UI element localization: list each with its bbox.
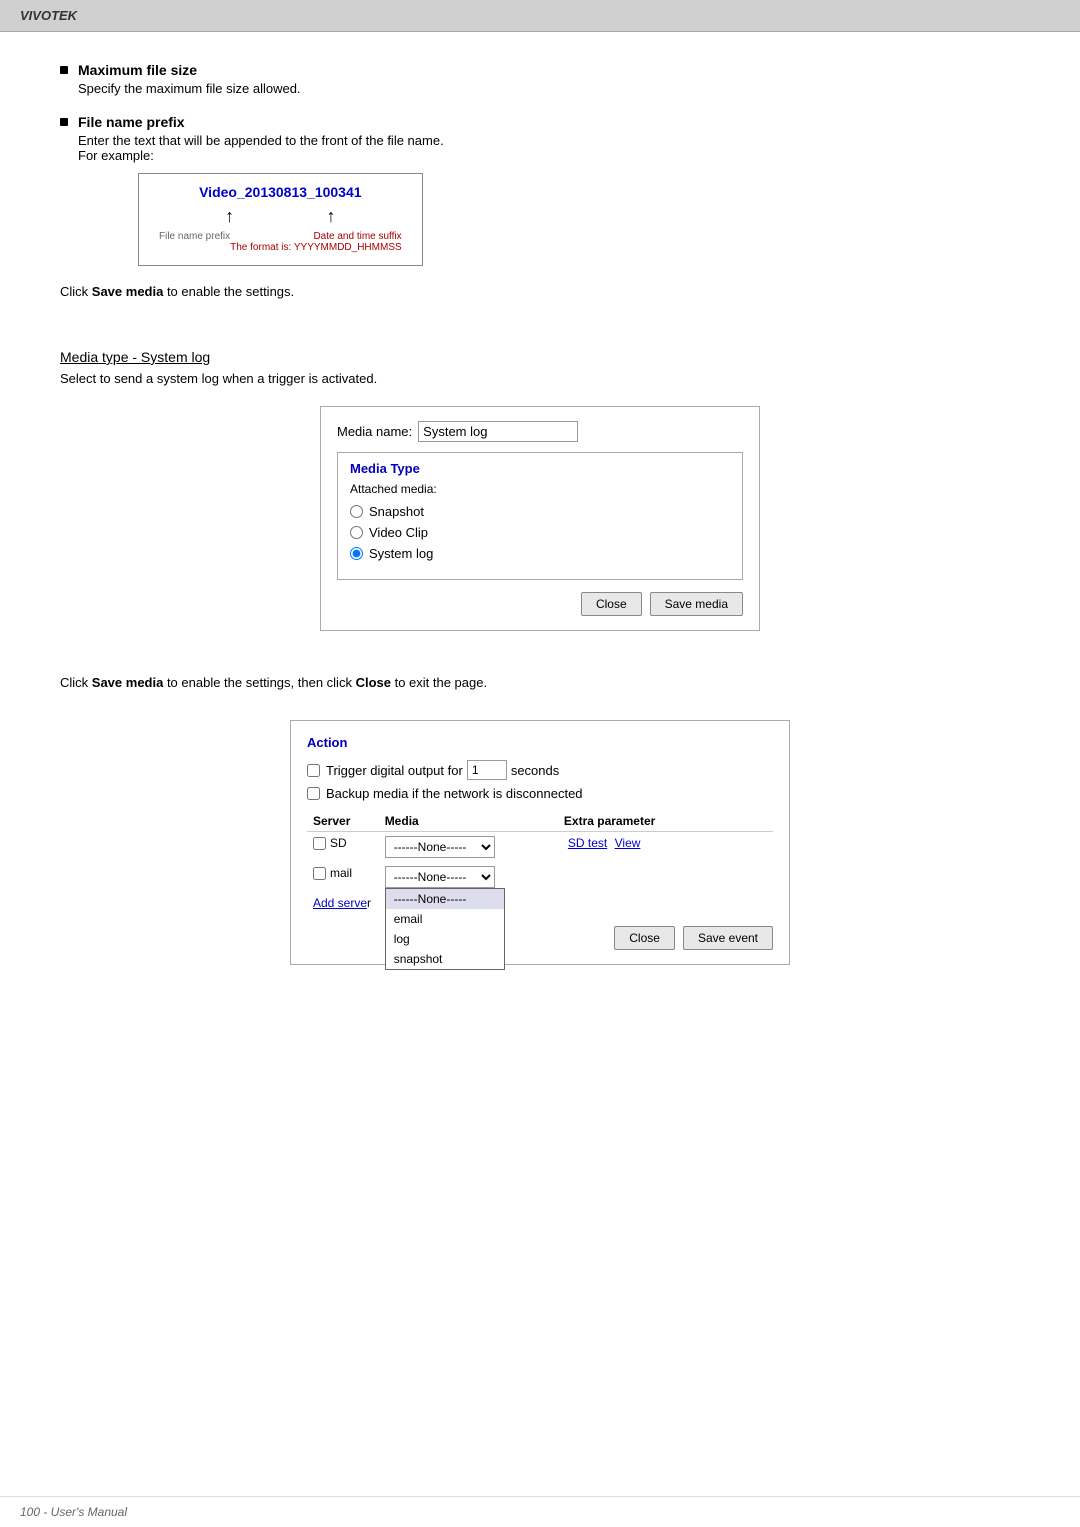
media-save-button[interactable]: Save media (650, 592, 743, 616)
radio-videoclip-input[interactable] (350, 526, 363, 539)
radio-systemlog-input[interactable] (350, 547, 363, 560)
mail-media-select[interactable]: ------None----- email log snapshot (385, 866, 495, 888)
filename-labels: File name prefix Date and time suffix Th… (159, 231, 402, 253)
trigger-digital-row: Trigger digital output for seconds (307, 760, 773, 780)
mail-media-dropdown-popup: ------None----- email log snapshot (385, 888, 505, 970)
media-type-desc: Select to send a system log when a trigg… (60, 371, 1020, 386)
bullet-desc-prefix-2: For example: (78, 148, 444, 163)
bullet-item-max-file-size: Maximum file size Specify the maximum fi… (60, 62, 1020, 96)
filename-example-box: Video_20130813_100341 ↑ ↑ File name pref… (138, 173, 423, 266)
header: VIVOTEK (0, 0, 1080, 32)
radio-snapshot-input[interactable] (350, 505, 363, 518)
td-mail-media: ------None----- email log snapshot -----… (379, 862, 558, 892)
media-panel-buttons: Close Save media (337, 592, 743, 616)
brand-logo: VIVOTEK (20, 8, 77, 23)
filename-value: Video_20130813_100341 (159, 184, 402, 200)
action-title: Action (307, 735, 773, 750)
footer: 100 - User's Manual (0, 1496, 1080, 1527)
table-row: Add server dia ▼ (307, 892, 773, 918)
arrow-prefix: ↑ (225, 206, 234, 227)
table-row: SD ------None----- email log snapshot (307, 832, 773, 863)
action-panel-buttons: Close Save event (307, 926, 773, 950)
sd-checkbox[interactable] (313, 837, 326, 850)
media-panel: Media name: Media Type Attached media: S… (320, 406, 760, 631)
drop-email[interactable]: email (386, 909, 504, 929)
bullet-icon-2 (60, 118, 68, 126)
td-mail-check: mail (307, 862, 379, 892)
th-extra: Extra parameter (558, 811, 773, 832)
td-add-server: Add server (307, 892, 379, 918)
th-media: Media (379, 811, 558, 832)
add-server-link[interactable]: Add serve (313, 896, 367, 910)
radio-snapshot-label: Snapshot (369, 504, 424, 519)
backup-media-checkbox[interactable] (307, 787, 320, 800)
media-name-input[interactable] (418, 421, 578, 442)
filename-label-right: Date and time suffix The format is: YYYY… (230, 231, 402, 253)
td-mail-extra (558, 862, 773, 892)
bullet-content-prefix: File name prefix Enter the text that wil… (78, 114, 444, 266)
mail-media-dropdown-wrapper: ------None----- email log snapshot -----… (385, 866, 495, 888)
save-media-instruction: Click Save media to enable the settings. (60, 284, 1020, 299)
action-save-button[interactable]: Save event (683, 926, 773, 950)
media-close-button[interactable]: Close (581, 592, 642, 616)
bullet-icon (60, 66, 68, 74)
bullet-desc-max-file: Specify the maximum file size allowed. (78, 81, 301, 96)
backup-media-row: Backup media if the network is disconnec… (307, 786, 773, 801)
radio-systemlog-label: System log (369, 546, 433, 561)
filename-label-left: File name prefix (159, 231, 230, 253)
th-server: Server (307, 811, 379, 832)
mail-checkbox[interactable] (313, 867, 326, 880)
bullet-content-max-file: Maximum file size Specify the maximum fi… (78, 62, 301, 96)
trigger-value-input[interactable] (467, 760, 507, 780)
media-type-heading: Media type - System log (60, 349, 1020, 365)
table-header-row: Server Media Extra parameter (307, 811, 773, 832)
save-close-instruction: Click Save media to enable the settings,… (60, 675, 1020, 690)
bullet-title-prefix: File name prefix (78, 114, 444, 130)
drop-none[interactable]: ------None----- (386, 889, 504, 909)
view-link[interactable]: View (615, 836, 641, 850)
arrow-date: ↑ (326, 206, 335, 227)
td-add-extra (558, 892, 773, 918)
trigger-digital-checkbox[interactable] (307, 764, 320, 777)
td-sd-check: SD (307, 832, 379, 863)
radio-systemlog[interactable]: System log (350, 546, 730, 561)
bullet-desc-prefix-1: Enter the text that will be appended to … (78, 133, 444, 148)
action-close-button[interactable]: Close (614, 926, 675, 950)
filename-arrows: ↑ ↑ (159, 206, 402, 227)
td-sd-media: ------None----- email log snapshot (379, 832, 558, 863)
sd-media-select[interactable]: ------None----- email log snapshot (385, 836, 495, 858)
td-sd-extra: SD test View (558, 832, 773, 863)
action-table: Server Media Extra parameter SD (307, 811, 773, 918)
radio-videoclip-label: Video Clip (369, 525, 428, 540)
bullet-item-file-prefix: File name prefix Enter the text that wil… (60, 114, 1020, 266)
main-content: Maximum file size Specify the maximum fi… (0, 32, 1080, 1065)
radio-snapshot[interactable]: Snapshot (350, 504, 730, 519)
media-name-row: Media name: (337, 421, 743, 442)
attached-label: Attached media: (350, 482, 730, 496)
bullet-title-max-file: Maximum file size (78, 62, 301, 78)
backup-media-label: Backup media if the network is disconnec… (326, 786, 583, 801)
sd-test-link[interactable]: SD test (568, 836, 607, 850)
table-row: mail ------None----- email log snapshot (307, 862, 773, 892)
media-type-group: Media Type Attached media: Snapshot Vide… (337, 452, 743, 580)
trigger-label1: Trigger digital output for (326, 763, 463, 778)
action-panel: Action Trigger digital output for second… (290, 720, 790, 965)
drop-snapshot[interactable]: snapshot (386, 949, 504, 969)
footer-text: 100 - User's Manual (20, 1505, 127, 1519)
sd-label: SD (330, 836, 347, 850)
radio-videoclip[interactable]: Video Clip (350, 525, 730, 540)
trigger-label2: seconds (511, 763, 559, 778)
mail-label: mail (330, 866, 352, 880)
media-name-label: Media name: (337, 424, 412, 439)
add-server-r: r (367, 896, 371, 910)
media-type-group-title: Media Type (350, 461, 730, 476)
drop-log[interactable]: log (386, 929, 504, 949)
